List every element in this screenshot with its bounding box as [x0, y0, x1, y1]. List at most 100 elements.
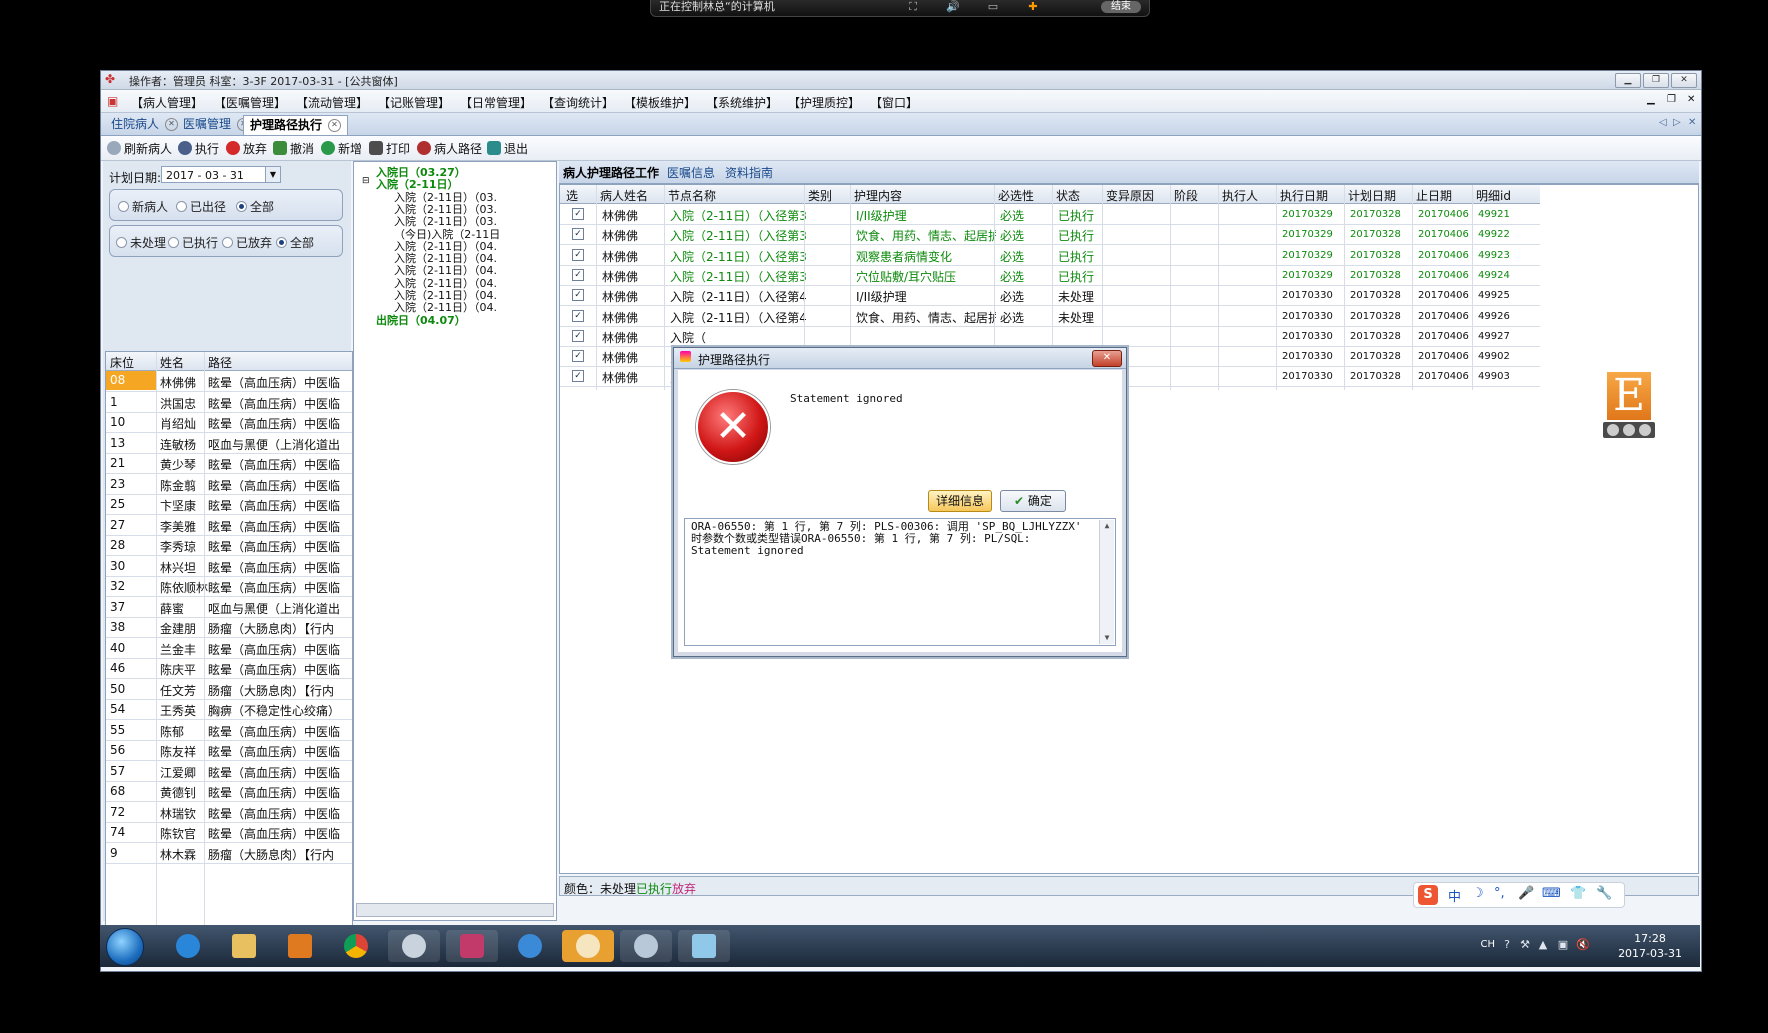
mdi-close-icon[interactable]: ✕ — [1687, 94, 1695, 105]
table-row[interactable]: 10 肖绍灿 眩晕（高血压病）中医临 — [106, 412, 352, 433]
start-button[interactable] — [106, 928, 144, 966]
menu-flow[interactable]: 【流动管理】 — [296, 94, 368, 111]
table-row[interactable]: 21 黄少琴 眩晕（高血压病）中医临 — [106, 453, 352, 474]
tray-language[interactable]: CH — [1480, 939, 1495, 950]
menu-query[interactable]: 【查询统计】 — [542, 94, 614, 111]
work-col-6[interactable]: 状态 — [1056, 187, 1080, 204]
doctor-app-icon[interactable] — [388, 930, 440, 962]
row-checkbox[interactable]: ✓ — [572, 350, 584, 363]
table-row[interactable]: ✓ 林佛佛 入院（2-11日）（入径第3天） I/II级护理 必选 已执行 20170329… — [560, 204, 1540, 225]
tray-tool-icon[interactable]: ⚒ — [1518, 938, 1532, 952]
row-checkbox[interactable]: ✓ — [572, 268, 584, 281]
network-icon[interactable]: ▣ — [1556, 938, 1570, 952]
tab-scroll-left-icon[interactable]: ◁ — [1659, 117, 1667, 128]
print-button[interactable]: 打印 — [369, 140, 410, 157]
menu-nursing-qc[interactable]: 【护理质控】 — [788, 94, 860, 111]
table-row[interactable]: ✓ 林佛佛 入院（2-11日）（入径第4天） 饮食、用药、情志、起居护理必选 未处理 20… — [560, 306, 1540, 327]
work-col-3[interactable]: 类别 — [808, 187, 832, 204]
work-col-7[interactable]: 变异原因 — [1106, 187, 1154, 204]
plus-icon[interactable]: ✚ — [1024, 1, 1042, 13]
minimize-button[interactable]: ▁ — [1615, 73, 1641, 88]
row-checkbox[interactable]: ✓ — [572, 289, 584, 302]
table-row[interactable]: 68 黄德钊 眩晕（高血压病）中医临 — [106, 781, 352, 802]
plan-date-picker[interactable]: 2017 - 03 - 31 ▼ — [161, 166, 281, 183]
col-name[interactable]: 姓名 — [160, 354, 184, 371]
dialog-close-button[interactable]: ✕ — [1092, 350, 1122, 367]
row-checkbox[interactable]: ✓ — [572, 329, 584, 342]
database-icon[interactable] — [446, 930, 498, 962]
radio-all-status[interactable]: 全部 — [276, 234, 314, 251]
tab-order-info[interactable]: 医嘱信息 — [667, 164, 715, 181]
table-row[interactable]: 54 王秀英 胸痹（不稳定性心绞痛） — [106, 699, 352, 720]
table-row[interactable]: 38 金建朋 肠瘤（大肠息肉）【行内 — [106, 617, 352, 638]
work-col-9[interactable]: 执行人 — [1222, 187, 1258, 204]
radio-exited[interactable]: 已出径 — [176, 198, 226, 215]
table-row[interactable]: ✓ 林佛佛 入院（2-11日）（入径第3天） 穴位贴敷/耳穴贴压 必选 已执行 201703… — [560, 265, 1540, 286]
fullscreen-icon[interactable]: ⛶ — [904, 1, 922, 13]
tab-nursing-path[interactable]: 护理路径执行 ✕ — [243, 115, 349, 135]
table-row[interactable]: 40 兰金丰 眩晕（高血压病）中医临 — [106, 638, 352, 659]
radio-new-patient[interactable]: 新病人 — [118, 198, 168, 215]
radio-executed[interactable]: 已执行 — [168, 234, 218, 251]
ime-punct-icon[interactable]: °, — [1494, 886, 1505, 901]
add-button[interactable]: 新增 — [321, 140, 362, 157]
row-checkbox[interactable]: ✓ — [572, 228, 584, 241]
table-row[interactable]: 08 林佛佛 眩晕（高血压病）中医临 — [106, 371, 352, 392]
folder-icon[interactable] — [218, 930, 270, 962]
work-col-11[interactable]: 计划日期 — [1348, 187, 1396, 204]
ime-mic-icon[interactable]: 🎤 — [1518, 886, 1534, 901]
work-col-4[interactable]: 护理内容 — [854, 187, 902, 204]
menu-orders[interactable]: 【医嘱管理】 — [214, 94, 286, 111]
row-checkbox[interactable]: ✓ — [572, 248, 584, 261]
tab-scroll-right-icon[interactable]: ▷ — [1673, 117, 1681, 128]
error-detail-text[interactable]: ORA-06550: 第 1 行, 第 7 列: PLS-00306: 调用 '… — [684, 518, 1116, 646]
ime-chinese-mode[interactable]: 中 — [1448, 886, 1461, 905]
end-session-button[interactable]: 结束 — [1101, 1, 1141, 13]
ok-button[interactable]: ✔ 确定 — [1000, 490, 1066, 512]
chevron-down-icon[interactable]: ▼ — [265, 167, 280, 182]
tab-strip-close-icon[interactable]: ✕ — [1688, 117, 1696, 128]
table-row[interactable]: 55 陈郁 眩晕（高血压病）中医临 — [106, 720, 352, 741]
table-row[interactable]: 32 陈依顺林 眩晕（高血压病）中医临 — [106, 576, 352, 597]
table-row[interactable]: 50 任文芳 肠瘤（大肠息肉）【行内 — [106, 679, 352, 700]
details-button[interactable]: 详细信息 — [928, 490, 992, 512]
table-row[interactable]: 72 林瑞钦 眩晕（高血压病）中医临 — [106, 802, 352, 823]
tab-nursing-work[interactable]: 病人护理路径工作 — [563, 164, 659, 181]
undo-button[interactable]: 撤消 — [273, 140, 314, 157]
table-row[interactable]: ✓ 林佛佛 入院（ 20170330 20170328 20170406 49927 — [560, 326, 1540, 347]
table-row[interactable]: 74 陈钦官 眩晕（高血压病）中医临 — [106, 822, 352, 843]
table-row[interactable]: 25 卞坚康 眩晕（高血压病）中医临 — [106, 494, 352, 515]
table-row[interactable]: 28 李秀琼 眩晕（高血压病）中医临 — [106, 535, 352, 556]
menu-patient[interactable]: 【病人管理】 — [131, 94, 203, 111]
work-col-12[interactable]: 止日期 — [1416, 187, 1452, 204]
help-icon[interactable]: ? — [1500, 938, 1514, 952]
work-col-8[interactable]: 阶段 — [1174, 187, 1198, 204]
tree-scrollbar[interactable] — [356, 903, 554, 917]
notepad-icon[interactable] — [678, 930, 730, 962]
table-row[interactable]: ✓ 林佛佛 入院（2-11日）（入径第4天） I/II级护理 必选 未处理 20170330… — [560, 285, 1540, 307]
exit-button[interactable]: 退出 — [487, 140, 528, 157]
radio-all-path[interactable]: 全部 — [236, 198, 274, 215]
nurse-app-icon[interactable] — [620, 930, 672, 962]
menu-template[interactable]: 【模板维护】 — [624, 94, 696, 111]
tab-close-icon[interactable]: ✕ — [328, 119, 342, 132]
menu-system[interactable]: 【系统维护】 — [706, 94, 778, 111]
table-row[interactable]: 1 洪国忠 眩晕（高血压病）中医临 — [106, 392, 352, 413]
menu-daily[interactable]: 【日常管理】 — [460, 94, 532, 111]
table-row[interactable]: 30 林兴坦 眩晕（高血压病）中医临 — [106, 556, 352, 577]
maximize-button[interactable]: ❐ — [1643, 73, 1669, 88]
table-row[interactable]: 9 林木霖 肠瘤（大肠息肉）【行内 — [106, 843, 352, 864]
table-row[interactable]: 57 江爱卿 眩晕（高血压病）中医临 — [106, 761, 352, 782]
detail-scrollbar[interactable]: ▲ ▼ — [1099, 520, 1114, 644]
work-col-13[interactable]: 明细id — [1476, 187, 1511, 204]
table-row[interactable]: 13 连敏杨 呕血与黑便（上消化道出 — [106, 433, 352, 454]
media-player-icon[interactable] — [274, 930, 326, 962]
table-row[interactable]: 46 陈庆平 眩晕（高血压病）中医临 — [106, 658, 352, 679]
col-path[interactable]: 路径 — [208, 354, 232, 371]
table-row[interactable]: ✓ 林佛佛 入院（2-11日）（入径第3天） 观察患者病情变化 必选 已执行 2017032… — [560, 245, 1540, 266]
sogou-icon[interactable] — [504, 930, 556, 962]
ime-skin-icon[interactable]: 👕 — [1570, 886, 1586, 901]
tree-collapse-icon[interactable]: ⊟ — [362, 176, 370, 186]
refresh-patients-button[interactable]: 刷新病人 — [107, 140, 172, 157]
sogou-logo-icon[interactable]: S — [1418, 885, 1438, 905]
